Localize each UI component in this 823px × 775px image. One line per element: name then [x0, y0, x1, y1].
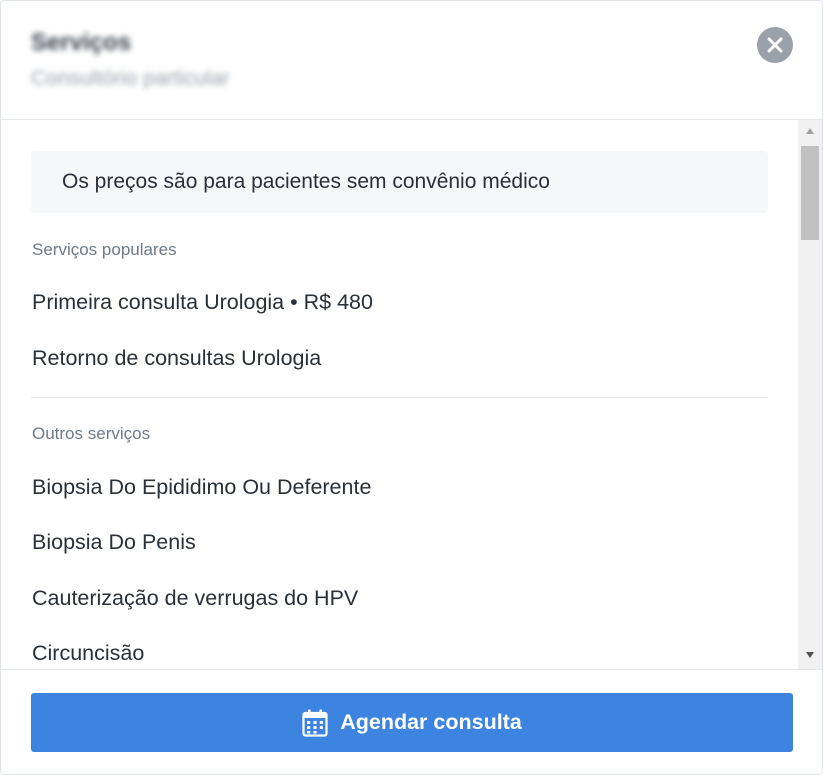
- book-appointment-button[interactable]: Agendar consulta: [31, 693, 793, 752]
- modal-subtitle: Consultório particular: [31, 67, 230, 90]
- popular-services-heading: Serviços populares: [32, 240, 177, 259]
- service-item[interactable]: Cauterização de verrugas do HPV: [32, 586, 358, 611]
- modal-footer: Agendar consulta: [1, 669, 822, 774]
- close-button[interactable]: [757, 27, 793, 63]
- services-list: Os preços são para pacientes sem convêni…: [1, 120, 798, 669]
- close-icon: [767, 37, 783, 53]
- services-modal: Serviços Consultório particular Os preço…: [0, 0, 823, 775]
- modal-header: Serviços Consultório particular: [1, 1, 822, 120]
- section-divider: [31, 397, 768, 398]
- service-item[interactable]: Biopsia Do Penis: [32, 530, 196, 555]
- modal-title: Serviços: [31, 29, 132, 56]
- scroll-down-arrow-icon[interactable]: [806, 652, 814, 658]
- service-item[interactable]: Retorno de consultas Urologia: [32, 346, 321, 371]
- service-item[interactable]: Circuncisão: [32, 641, 144, 666]
- price-notice: Os preços são para pacientes sem convêni…: [31, 151, 768, 213]
- calendar-icon: [302, 709, 328, 737]
- price-notice-text: Os preços são para pacientes sem convêni…: [62, 170, 550, 193]
- book-appointment-label: Agendar consulta: [340, 710, 522, 734]
- scrollbar[interactable]: [798, 120, 822, 669]
- other-services-heading: Outros serviços: [32, 424, 151, 443]
- scroll-up-arrow-icon[interactable]: [806, 128, 814, 134]
- service-item[interactable]: Primeira consulta Urologia • R$ 480: [32, 290, 373, 315]
- scrollbar-thumb[interactable]: [801, 146, 819, 240]
- service-item[interactable]: Biopsia Do Epididimo Ou Deferente: [32, 475, 371, 500]
